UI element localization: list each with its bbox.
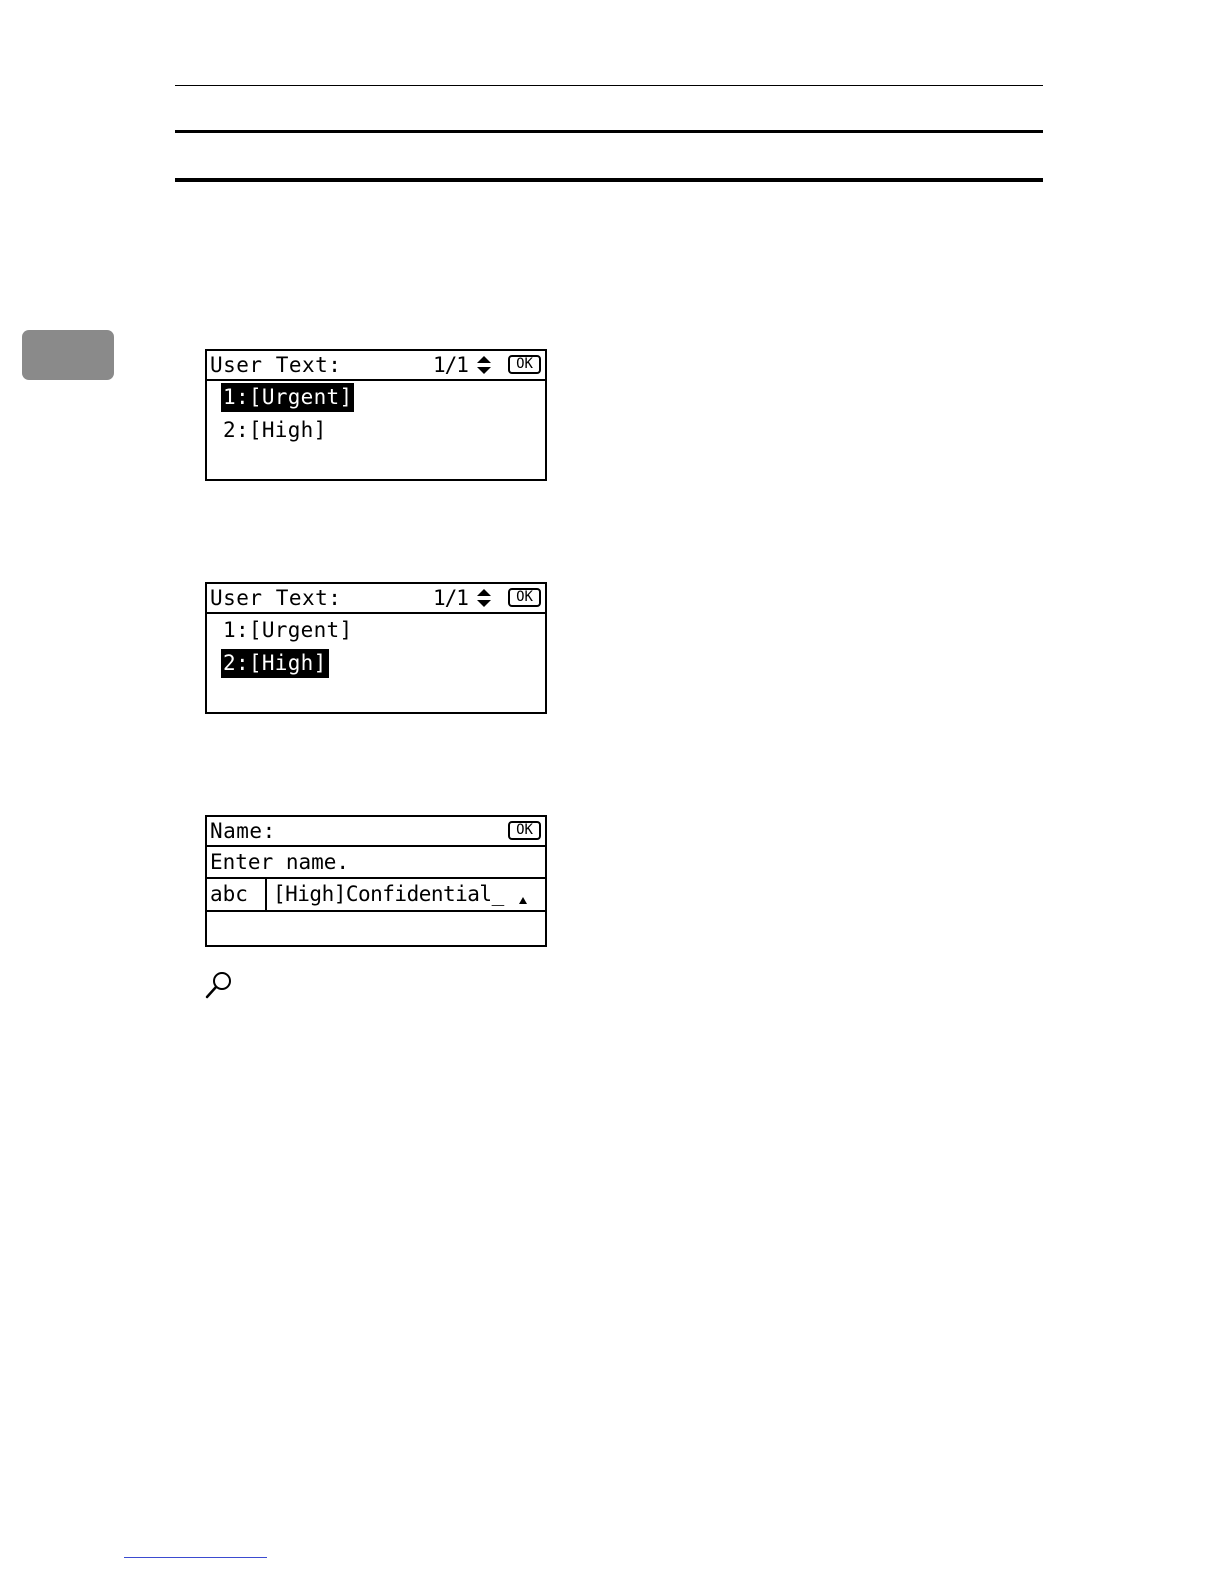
lcd-screen-name-entry: Name: OK Enter name. abc [High]Confident… <box>205 815 547 947</box>
lcd-title: User Text: <box>210 353 342 377</box>
list-item-high[interactable]: 2:[High] <box>221 649 329 678</box>
ok-button[interactable]: OK <box>508 821 541 840</box>
input-mode-label: abc <box>210 879 267 910</box>
lcd-title: User Text: <box>210 586 342 610</box>
up-down-arrow-icon[interactable] <box>475 588 493 608</box>
chapter-tab <box>22 330 114 380</box>
lcd-screen-user-text-1: User Text: 1/1 OK 1:[Urgent] 2:[High] <box>205 349 547 481</box>
magnifier-icon <box>205 972 231 999</box>
lcd-header: User Text: 1/1 OK <box>207 584 545 614</box>
section-rule-top <box>175 130 1043 133</box>
list-item-urgent[interactable]: 1:[Urgent] <box>221 616 354 645</box>
lcd-header: Name: OK <box>207 817 545 847</box>
triangle-up-icon <box>519 897 527 904</box>
lcd-list: 1:[Urgent] 2:[High] <box>207 381 545 449</box>
list-item-urgent[interactable]: 1:[Urgent] <box>221 383 355 412</box>
footer-link-rule <box>124 1557 267 1558</box>
page-indicator: 1/1 <box>433 353 469 377</box>
lcd-message: Enter name. <box>207 847 545 879</box>
lcd-header: User Text: 1/1 OK <box>207 351 545 381</box>
page-indicator: 1/1 <box>433 586 469 610</box>
lcd-screen-user-text-2: User Text: 1/1 OK 1:[Urgent] 2:[High] <box>205 582 547 714</box>
lcd-list: 1:[Urgent] 2:[High] <box>207 614 545 682</box>
ok-button[interactable]: OK <box>508 588 541 607</box>
section-rule-bottom <box>175 178 1043 182</box>
ok-button[interactable]: OK <box>508 355 541 374</box>
list-item-high[interactable]: 2:[High] <box>221 416 329 445</box>
lcd-title: Name: <box>210 819 276 843</box>
name-input[interactable]: [High]Confidential_ <box>273 879 504 910</box>
name-input-row: abc [High]Confidential_ <box>207 879 545 912</box>
up-down-arrow-icon[interactable] <box>475 355 493 375</box>
header-rule-thin <box>175 85 1043 86</box>
